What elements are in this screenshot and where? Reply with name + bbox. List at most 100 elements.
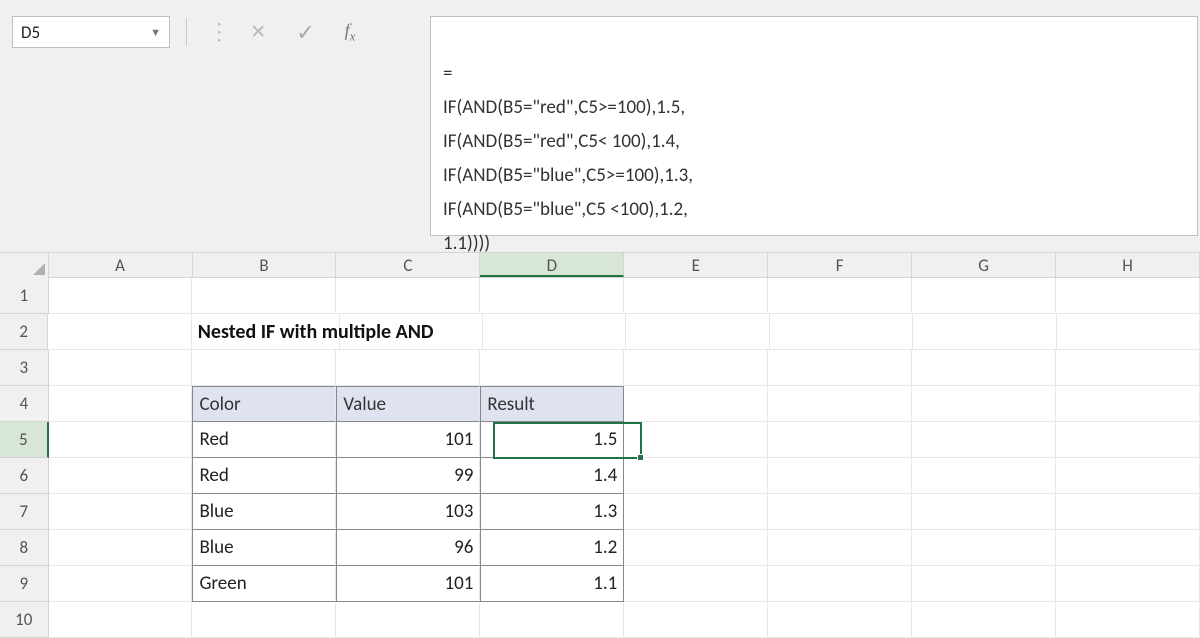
accept-formula-icon[interactable]: ✓ xyxy=(296,19,314,46)
cell[interactable] xyxy=(49,566,193,602)
cell[interactable] xyxy=(48,314,191,350)
cell[interactable] xyxy=(1056,422,1200,458)
cell[interactable]: 101 xyxy=(336,566,480,602)
cell[interactable] xyxy=(768,350,912,386)
cell[interactable] xyxy=(483,314,626,350)
cell[interactable] xyxy=(49,422,193,458)
cell[interactable] xyxy=(1056,458,1200,494)
cell[interactable] xyxy=(768,602,912,638)
cell[interactable] xyxy=(480,350,624,386)
cell[interactable] xyxy=(480,602,624,638)
cell[interactable] xyxy=(336,278,480,314)
cell[interactable] xyxy=(624,530,768,566)
cell[interactable] xyxy=(768,530,912,566)
cell[interactable] xyxy=(336,602,480,638)
cell[interactable] xyxy=(624,422,768,458)
cell[interactable]: 1.2 xyxy=(480,530,624,566)
column-header[interactable]: D xyxy=(480,253,624,277)
column-header[interactable]: E xyxy=(624,253,768,277)
cell[interactable]: Blue xyxy=(192,530,336,566)
cell[interactable] xyxy=(912,422,1056,458)
cell[interactable] xyxy=(192,602,336,638)
cell[interactable]: 103 xyxy=(336,494,480,530)
column-header[interactable]: A xyxy=(49,253,193,277)
cell[interactable]: 101 xyxy=(336,422,480,458)
cell[interactable]: 1.3 xyxy=(480,494,624,530)
cell[interactable] xyxy=(768,386,912,422)
cell[interactable] xyxy=(480,278,624,314)
cell[interactable] xyxy=(913,314,1056,350)
page-title[interactable]: Nested IF with multiple AND xyxy=(192,314,340,350)
cell[interactable] xyxy=(624,602,768,638)
cell[interactable] xyxy=(768,566,912,602)
row-header[interactable]: 7 xyxy=(0,494,49,530)
cell[interactable] xyxy=(1056,602,1200,638)
cell[interactable] xyxy=(1056,530,1200,566)
cell[interactable]: Red xyxy=(192,458,336,494)
cell[interactable] xyxy=(626,314,769,350)
cell[interactable] xyxy=(336,350,480,386)
cell[interactable] xyxy=(1057,314,1200,350)
name-box-dropdown-icon[interactable]: ▼ xyxy=(150,26,161,39)
cell[interactable] xyxy=(192,278,336,314)
cell[interactable] xyxy=(340,314,483,350)
cell[interactable] xyxy=(912,494,1056,530)
cell[interactable] xyxy=(624,350,768,386)
cell[interactable] xyxy=(768,422,912,458)
table-header[interactable]: Value xyxy=(336,386,480,422)
cell[interactable] xyxy=(912,530,1056,566)
cell[interactable] xyxy=(1056,278,1200,314)
column-header[interactable]: F xyxy=(768,253,912,277)
row-header[interactable]: 9 xyxy=(0,566,49,602)
table-header[interactable]: Result xyxy=(480,386,624,422)
cell[interactable] xyxy=(49,602,193,638)
cell[interactable] xyxy=(768,494,912,530)
table-header[interactable]: Color xyxy=(192,386,336,422)
cell[interactable] xyxy=(768,458,912,494)
cell[interactable] xyxy=(624,458,768,494)
cell[interactable] xyxy=(49,494,193,530)
cell[interactable] xyxy=(1056,494,1200,530)
insert-function-icon[interactable]: fx xyxy=(345,20,356,45)
cell[interactable] xyxy=(49,458,193,494)
cell[interactable] xyxy=(49,278,193,314)
row-header[interactable]: 6 xyxy=(0,458,49,494)
cell[interactable] xyxy=(624,386,768,422)
select-all-corner[interactable] xyxy=(0,253,49,278)
cell[interactable] xyxy=(768,278,912,314)
cell[interactable] xyxy=(912,566,1056,602)
cell[interactable]: 96 xyxy=(336,530,480,566)
cell[interactable]: Blue xyxy=(192,494,336,530)
cell[interactable] xyxy=(912,458,1056,494)
cell[interactable] xyxy=(770,314,913,350)
cell-selected[interactable]: 1.5 xyxy=(480,422,624,458)
formula-bar[interactable]: = IF(AND(B5="red",C5>=100),1.5, IF(AND(B… xyxy=(430,16,1198,236)
cell[interactable] xyxy=(912,278,1056,314)
cell[interactable] xyxy=(1056,566,1200,602)
cell[interactable] xyxy=(624,494,768,530)
cell[interactable]: 99 xyxy=(336,458,480,494)
cell[interactable] xyxy=(624,278,768,314)
cell[interactable]: Green xyxy=(192,566,336,602)
name-box[interactable]: D5 ▼ xyxy=(12,16,170,48)
cell[interactable] xyxy=(912,602,1056,638)
cell[interactable] xyxy=(624,566,768,602)
row-header[interactable]: 8 xyxy=(0,530,49,566)
cell[interactable] xyxy=(912,386,1056,422)
column-header[interactable]: H xyxy=(1056,253,1200,277)
row-header[interactable]: 1 xyxy=(0,278,49,314)
column-header[interactable]: C xyxy=(336,253,480,277)
cancel-formula-icon[interactable]: ✕ xyxy=(250,21,266,44)
cell[interactable]: 1.4 xyxy=(480,458,624,494)
cell[interactable] xyxy=(912,350,1056,386)
cell[interactable] xyxy=(192,350,336,386)
column-header[interactable]: G xyxy=(912,253,1056,277)
row-header[interactable]: 2 xyxy=(0,314,48,350)
cell[interactable] xyxy=(1056,386,1200,422)
row-header[interactable]: 5 xyxy=(0,422,49,458)
cell[interactable]: Red xyxy=(192,422,336,458)
row-header[interactable]: 10 xyxy=(0,602,49,638)
cell[interactable] xyxy=(49,350,193,386)
row-header[interactable]: 3 xyxy=(0,350,49,386)
cell[interactable]: 1.1 xyxy=(480,566,624,602)
